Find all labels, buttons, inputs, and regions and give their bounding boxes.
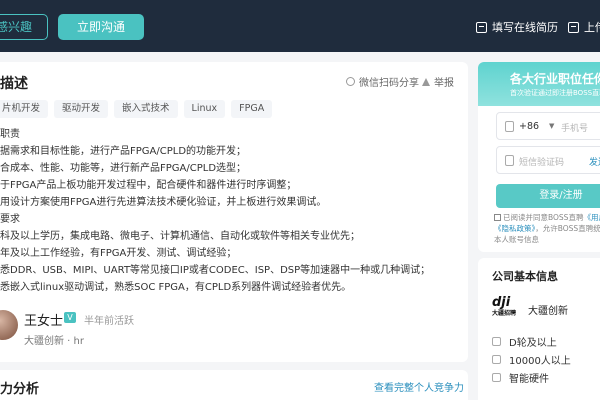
recruiter-active-status: 半年前活跃 [84,316,134,327]
skill-tag: 片机开发 [0,100,49,118]
agreement-text-2: ，允许BOSS直聘统一 [535,224,600,233]
report-label: 举报 [434,78,454,89]
login-subtitle: 首次验证通过即注册BOSS直聘账号 [510,89,600,97]
interest-button[interactable]: 感兴趣 [0,14,48,40]
upload-icon [568,21,579,33]
job-description-text: 职责 据需求和目标性能，进行产品FPGA/CPLD的功能开发； 合成本、性能、功… [0,126,462,296]
privacy-policy-link[interactable]: 《隐私政策》 [494,224,535,233]
skill-tag: 驱动开发 [54,100,109,118]
description-line: 于FPGA产品上板功能开发过程中，配合硬件和器件进行时序调整； [0,180,297,191]
login-register-button[interactable]: 登录/注册 [496,184,600,208]
wechat-share-button[interactable]: 微信扫码分享 [346,74,419,89]
size-value: 10000人以上 [509,356,571,367]
agreement-checkbox[interactable] [494,214,501,221]
share-label: 微信扫码分享 [359,78,419,89]
description-heading: 职责 [0,129,20,140]
login-title: 各大行业职位任你选 [510,72,600,86]
company-logo[interactable]: dji 大疆招聘 [492,296,522,318]
phone-placeholder: 手机号 [561,124,589,134]
skill-tag: 嵌入式技术 [114,100,178,118]
company-logo-subtext: 大疆招聘 [492,310,517,317]
resume-icon [476,21,487,33]
company-info-card: 公司基本信息 dji 大疆招聘 大疆创新 D轮及以上 10000人以上 智能硬件 [478,258,600,400]
top-action-bar: 感兴趣 立即沟通 填写在线简历 上传 [0,0,600,52]
company-info-title: 公司基本信息 [492,270,558,283]
description-line: 合成本、性能、功能等，进行新产品FPGA/CPLD选型； [0,163,247,174]
company-industry: 智能硬件 [492,370,549,385]
requirement-line: 悉嵌入式linux驱动调试，熟悉SOC FPGA，有CPLD系列器件调试经验者优… [0,282,352,293]
report-button[interactable]: 举报 [422,74,454,89]
send-code-button[interactable]: 发送验证 [589,155,600,168]
recruiter-company-role: 大疆创新 · hr [24,336,84,347]
recruiter-avatar [0,310,18,340]
competitiveness-card: 力分析 查看完整个人竞争力 [0,370,468,400]
view-competitiveness-link[interactable]: 查看完整个人竞争力 [374,379,464,394]
verified-icon: V [64,312,76,323]
country-code-select[interactable]: +86 [519,121,539,132]
login-banner: 各大行业职位任你选 首次验证通过即注册BOSS直聘账号 [478,62,600,106]
company-size: 10000人以上 [492,352,571,367]
fill-resume-label: 填写在线简历 [492,21,558,34]
agreement-text-1: 已阅读并同意BOSS直聘 [503,213,584,222]
description-line: 用设计方案使用FPGA进行先进算法技术硬化验证，并上板进行效果调试。 [0,197,327,208]
competitiveness-title: 力分析 [0,382,40,397]
skill-tag: Linux [183,100,226,118]
chat-now-button[interactable]: 立即沟通 [58,14,144,40]
phone-input[interactable]: +86 ▼ 手机号 [496,112,600,140]
user-agreement-link[interactable]: 《用户 [583,213,600,222]
upload-resume-label: 上传 [584,21,600,34]
recruiter-name: 王女士 [24,314,64,329]
shield-icon [505,155,514,166]
phone-icon [505,121,514,132]
fill-resume-link[interactable]: 填写在线简历 [476,19,558,35]
agreement-text-3: 本人账号信息 [494,235,539,244]
requirement-line: 科及以上学历，集成电路、微电子、计算机通信、自动化或软件等相关专业优先； [0,231,360,242]
upload-resume-link[interactable]: 上传 [568,19,600,35]
funding-icon [492,337,501,346]
skill-tag: FPGA [231,100,273,118]
sms-code-placeholder: 短信验证码 [519,158,565,168]
funding-value: D轮及以上 [509,338,557,349]
job-description-title: 描述 [0,76,28,92]
qrcode-icon [346,77,355,86]
company-name[interactable]: 大疆创新 [528,302,568,317]
description-line: 据需求和目标性能，进行产品FPGA/CPLD的功能开发； [0,146,247,157]
login-card: 各大行业职位任你选 首次验证通过即注册BOSS直聘账号 +86 ▼ 手机号 短信… [478,62,600,252]
sms-code-input[interactable]: 短信验证码 发送验证 [496,146,600,174]
requirement-line: 悉DDR、USB、MIPI、UART等常见接口IP或者CODEC、ISP、DSP… [0,265,431,276]
job-description-card: 描述 微信扫码分享 举报 片机开发 驱动开发 嵌入式技术 Linux FPGA … [0,62,468,362]
industry-value: 智能硬件 [509,374,549,385]
company-funding: D轮及以上 [492,334,557,349]
company-logo-text: dji [492,295,511,310]
requirements-heading: 要求 [0,214,20,225]
people-icon [492,355,501,364]
chevron-down-icon: ▼ [549,122,555,130]
warning-icon [422,77,430,86]
requirement-line: 年及以上工作经验，有FPGA开发、测试、调试经验； [0,248,237,259]
skill-tags: 片机开发 驱动开发 嵌入式技术 Linux FPGA [0,100,273,118]
industry-icon [492,373,501,382]
agreement-text: 已阅读并同意BOSS直聘《用户 《隐私政策》，允许BOSS直聘统一 本人账号信息 [494,212,600,245]
